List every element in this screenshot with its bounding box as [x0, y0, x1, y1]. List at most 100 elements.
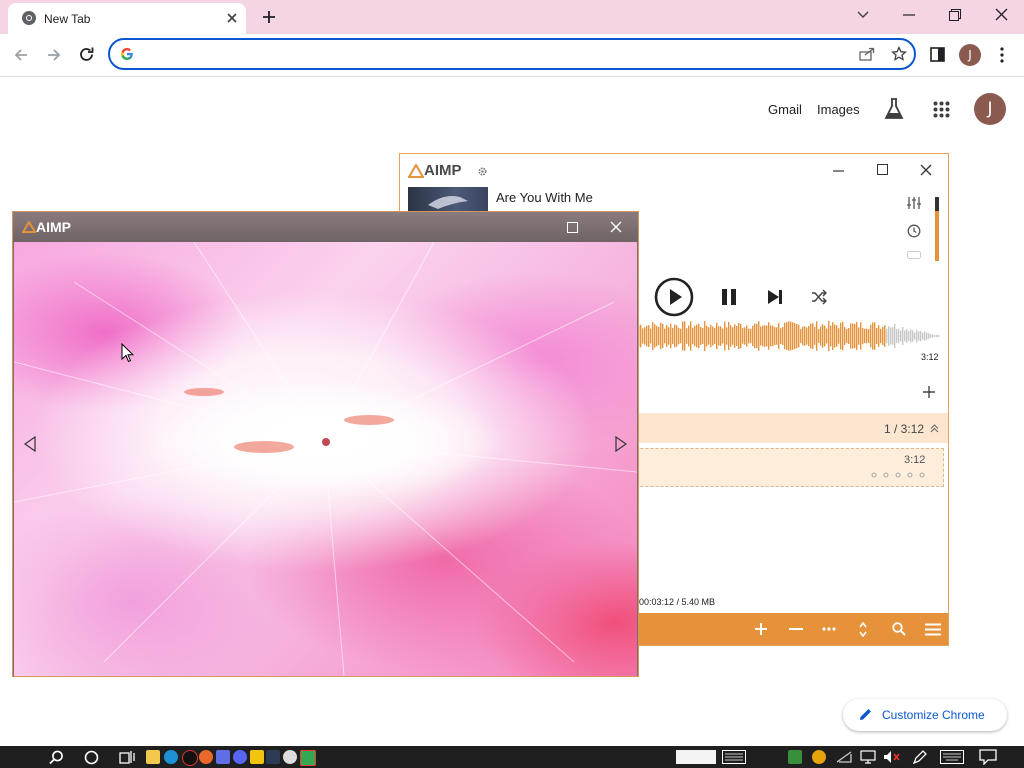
tab-search-chevron-icon[interactable]: [856, 10, 870, 20]
collapse-group-icon[interactable]: [930, 424, 939, 433]
waveform-bar: [896, 329, 898, 343]
side-panel-icon[interactable]: [930, 47, 945, 62]
share-icon[interactable]: [859, 47, 875, 61]
sort-icon[interactable]: [859, 622, 867, 637]
search-icon[interactable]: [892, 622, 906, 636]
firefox-icon[interactable]: [199, 750, 213, 764]
chrome-menu-icon[interactable]: [1000, 47, 1004, 63]
app-icon[interactable]: [266, 750, 280, 764]
vis-titlebar[interactable]: AIMP: [13, 212, 638, 242]
waveform-bar: [644, 327, 646, 345]
more-options-icon[interactable]: [822, 627, 836, 631]
taskbar-search-icon[interactable]: [49, 750, 64, 765]
rating-stars[interactable]: [871, 472, 927, 478]
minimize-icon[interactable]: [903, 14, 915, 16]
media-app-icon[interactable]: [216, 750, 230, 764]
forward-icon[interactable]: [46, 47, 62, 63]
volume-muted-icon[interactable]: [883, 750, 901, 764]
vis-previous-icon[interactable]: [24, 436, 36, 452]
shuffle-icon[interactable]: [811, 289, 827, 305]
waveform-bar: [756, 323, 758, 349]
waveform-bar: [714, 328, 716, 344]
waveform-bar: [692, 327, 694, 345]
aimp-maximize-icon[interactable]: [877, 164, 888, 175]
tray-app-icon[interactable]: [788, 750, 802, 764]
settings-icon[interactable]: [283, 750, 297, 764]
vis-close-icon[interactable]: [610, 221, 622, 233]
opera-icon[interactable]: [182, 750, 198, 766]
mono-stereo-icon[interactable]: [907, 251, 921, 259]
waveform-bar: [652, 322, 654, 350]
waveform-bar: [760, 326, 762, 346]
pen-icon[interactable]: [913, 750, 927, 764]
restore-icon[interactable]: [949, 9, 961, 21]
waveform-bar: [862, 327, 864, 345]
waveform-bar: [808, 326, 810, 346]
waveform-bar: [860, 322, 862, 350]
waveform-bar: [842, 321, 844, 351]
profile-avatar[interactable]: J: [959, 44, 981, 66]
waveform-bar: [848, 328, 850, 344]
remove-files-icon[interactable]: [789, 628, 803, 630]
play-button[interactable]: [654, 277, 694, 317]
waveform-bar: [852, 323, 854, 349]
waveform-bar: [724, 321, 726, 351]
next-track-button[interactable]: [766, 288, 784, 306]
customize-chrome-button[interactable]: Customize Chrome: [843, 699, 1007, 731]
tray-search-icon[interactable]: [812, 750, 826, 764]
waveform-bar: [916, 329, 918, 343]
task-view-icon[interactable]: [119, 750, 135, 764]
close-tab-icon[interactable]: [226, 12, 238, 24]
bookmark-star-icon[interactable]: [891, 46, 907, 62]
warning-app-icon[interactable]: [250, 750, 264, 764]
address-bar[interactable]: [108, 38, 916, 70]
images-link[interactable]: Images: [817, 102, 860, 117]
tab-new-tab[interactable]: New Tab: [8, 3, 246, 34]
waveform-bar: [922, 332, 924, 340]
back-icon[interactable]: [13, 47, 29, 63]
waveform-bar: [936, 334, 938, 338]
waveform-bar: [708, 327, 710, 345]
new-tab-icon[interactable]: [262, 10, 276, 24]
equalizer-icon[interactable]: [906, 196, 922, 210]
pause-button[interactable]: [720, 288, 738, 306]
menu-hamburger-icon[interactable]: [925, 623, 941, 636]
waveform-seekbar[interactable]: [638, 321, 940, 351]
volume-slider[interactable]: [935, 197, 939, 261]
chrome-taskbar-icon[interactable]: [300, 750, 316, 766]
waveform-bar: [792, 322, 794, 350]
waveform-bar: [920, 330, 922, 342]
aimp-close-icon[interactable]: [920, 164, 932, 176]
file-explorer-icon[interactable]: [146, 750, 160, 764]
labs-flask-icon[interactable]: [884, 98, 904, 120]
waveform-bar: [804, 326, 806, 346]
visualization-canvas[interactable]: [14, 242, 637, 676]
vis-maximize-icon[interactable]: [567, 222, 578, 233]
touch-keyboard-icon[interactable]: [940, 750, 964, 764]
waveform-bar: [734, 324, 736, 348]
edge-icon[interactable]: [164, 750, 178, 764]
close-window-icon[interactable]: [995, 8, 1008, 21]
cortana-icon[interactable]: [84, 750, 99, 765]
settings-gear-icon[interactable]: [477, 166, 488, 177]
gmail-link[interactable]: Gmail: [768, 102, 802, 117]
add-to-playlist-icon[interactable]: [922, 385, 936, 399]
tray-display-icon[interactable]: [860, 750, 876, 764]
waveform-bar: [640, 324, 642, 348]
waveform-bar: [700, 326, 702, 345]
sleep-timer-clock-icon[interactable]: [907, 224, 921, 238]
add-files-icon[interactable]: [754, 622, 768, 636]
album-art: [408, 187, 488, 211]
google-apps-icon[interactable]: [933, 101, 950, 118]
waveform-bar: [778, 323, 780, 349]
taskbar-input-box[interactable]: [676, 750, 716, 764]
keyboard-layout-icon[interactable]: [722, 750, 746, 764]
reload-icon[interactable]: [78, 46, 95, 63]
discord-icon[interactable]: [233, 750, 247, 764]
ntp-profile-avatar[interactable]: J: [974, 93, 1006, 125]
notifications-icon[interactable]: [979, 749, 997, 765]
vis-next-icon[interactable]: [615, 436, 627, 452]
tray-network-icon[interactable]: [836, 751, 852, 763]
aimp-minimize-icon[interactable]: [833, 170, 844, 172]
aimp-visualization-window[interactable]: AIMP: [12, 211, 639, 677]
